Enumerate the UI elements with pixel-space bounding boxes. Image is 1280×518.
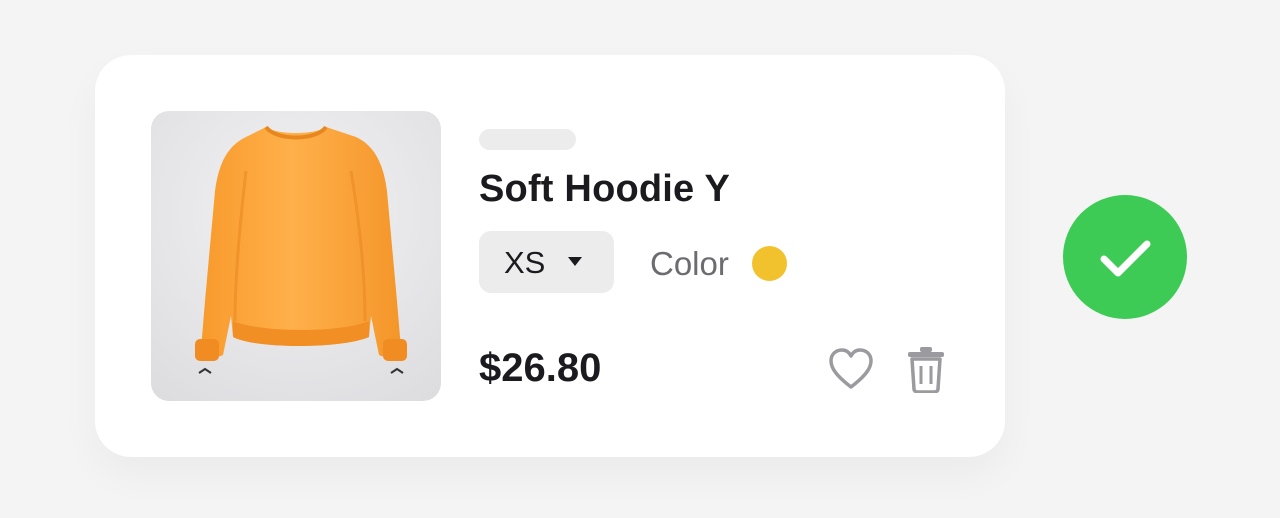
size-select[interactable]: XS (479, 231, 614, 293)
product-title: Soft Hoodie Y (479, 168, 731, 210)
stage: Soft Hoodie Y XS Color $26.80 (0, 0, 1280, 518)
trash-icon (908, 347, 944, 394)
delete-button[interactable] (905, 345, 947, 394)
color-swatch[interactable] (752, 246, 787, 281)
sweatshirt-image (195, 125, 407, 374)
checkmark-icon (1100, 240, 1151, 277)
caret-down-icon (568, 257, 582, 266)
size-value: XS (504, 245, 546, 280)
heart-icon (829, 348, 873, 389)
product-price: $26.80 (479, 346, 602, 390)
confirm-button[interactable] (1063, 195, 1187, 319)
cart-item-card: Soft Hoodie Y XS Color $26.80 (95, 55, 1005, 457)
skeleton-placeholder (479, 129, 576, 150)
color-label: Color (650, 245, 729, 282)
favorite-button[interactable] (828, 347, 874, 391)
product-image[interactable] (151, 111, 441, 401)
